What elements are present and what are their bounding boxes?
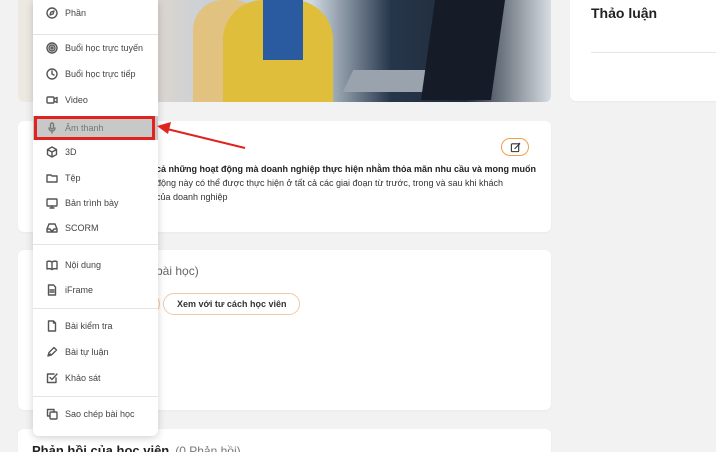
cube-icon	[45, 145, 59, 159]
checkbox-icon	[45, 371, 59, 385]
menu-item-label: Bài tự luận	[65, 347, 109, 357]
view-as-student-button[interactable]: Xem với tư cách học viên	[163, 293, 301, 315]
document-icon	[45, 319, 59, 333]
clock-icon	[45, 67, 59, 81]
menu-divider	[33, 396, 158, 397]
menu-item-label: Bản trình bày	[65, 198, 119, 208]
file-icon	[45, 283, 59, 297]
book-icon	[45, 258, 59, 272]
menu-item-label: Nội dung	[65, 260, 102, 270]
compass-icon	[45, 6, 59, 20]
edit-icon	[510, 142, 520, 152]
description-text-line2: động này có thể được thực hiện ở tất cả …	[156, 178, 503, 188]
description-text-line3: của doanh nghiệp	[156, 192, 228, 202]
menu-item-survey[interactable]: Khảo sát	[33, 366, 158, 390]
menu-divider	[33, 308, 158, 309]
discussion-title: Thảo luận	[591, 5, 658, 21]
target-icon	[45, 41, 59, 55]
add-content-menu: Phần Buổi học trực tuyến Buổi học trực t…	[33, 0, 158, 436]
menu-item-offline-session[interactable]: Buổi học trực tiếp	[33, 62, 158, 86]
description-text-line1: cả những hoạt động mà doanh nghiệp thực …	[156, 164, 537, 174]
folder-icon	[45, 171, 59, 185]
menu-item-scorm[interactable]: SCORM	[33, 216, 158, 240]
menu-item-label: Bài kiểm tra	[65, 321, 113, 331]
menu-item-3d[interactable]: 3D	[33, 140, 158, 164]
menu-item-label: Video	[65, 95, 88, 105]
menu-item-essay[interactable]: Bài tự luận	[33, 340, 158, 364]
menu-item-quiz[interactable]: Bài kiểm tra	[33, 314, 158, 338]
menu-item-content[interactable]: Nội dung	[33, 253, 158, 277]
feedback-title: Phản hồi của học viên (0 Phản hồi)	[32, 443, 241, 452]
edit-button[interactable]	[501, 138, 529, 156]
menu-item-label: Khảo sát	[65, 373, 101, 383]
menu-item-section[interactable]: Phần	[33, 1, 158, 25]
monitor-icon	[45, 196, 59, 210]
inbox-icon	[45, 221, 59, 235]
menu-item-label: 3D	[65, 147, 77, 157]
menu-item-label: Buổi học trực tiếp	[65, 69, 136, 79]
menu-divider	[33, 34, 158, 35]
feedback-count: (0 Phản hồi)	[175, 444, 241, 452]
feedback-title-text: Phản hồi của học viên	[32, 443, 170, 452]
divider	[591, 52, 716, 53]
menu-item-label: SCORM	[65, 223, 99, 233]
menu-item-label: Tệp	[65, 173, 81, 183]
video-icon	[45, 93, 59, 107]
copy-icon	[45, 407, 59, 421]
lessons-count: bài học)	[156, 264, 199, 278]
menu-item-presentation[interactable]: Bản trình bày	[33, 191, 158, 215]
menu-item-video[interactable]: Video	[33, 88, 158, 112]
menu-item-iframe[interactable]: iFrame	[33, 278, 158, 302]
menu-item-online-session[interactable]: Buổi học trực tuyến	[33, 36, 158, 60]
menu-item-file[interactable]: Tệp	[33, 166, 158, 190]
menu-item-label: iFrame	[65, 285, 94, 295]
menu-item-label: Buổi học trực tuyến	[65, 43, 144, 53]
highlight-box	[34, 116, 155, 140]
menu-divider	[33, 244, 158, 245]
menu-item-label: Sao chép bài học	[65, 409, 135, 419]
menu-item-label: Phần	[65, 8, 87, 18]
discussion-panel: Thảo luận	[570, 0, 716, 101]
pen-icon	[45, 345, 59, 359]
annotation-arrow	[157, 122, 246, 149]
menu-item-copy-lesson[interactable]: Sao chép bài học	[33, 402, 158, 426]
